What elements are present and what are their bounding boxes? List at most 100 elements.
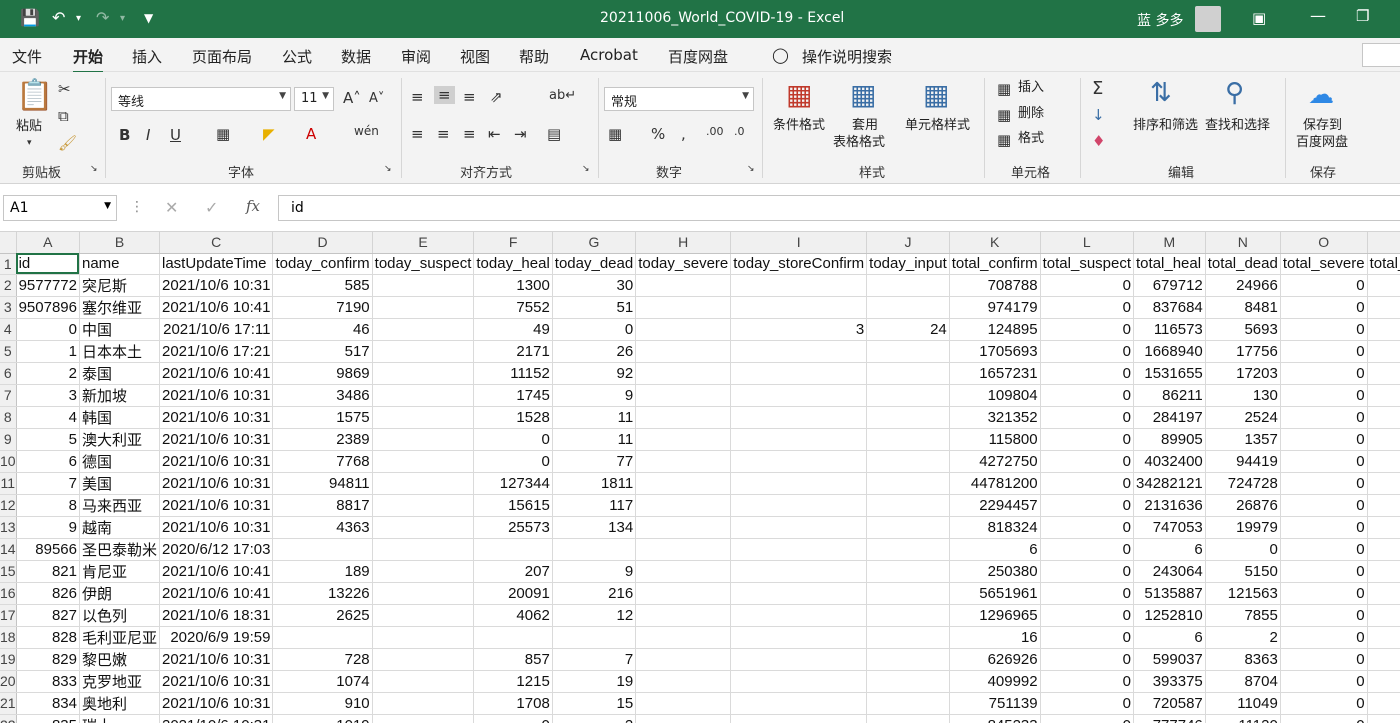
cell[interactable]: 0 (1367, 450, 1400, 473)
increase-font-icon[interactable]: A˄ (343, 89, 361, 107)
tab-help[interactable]: 帮助 (519, 46, 549, 67)
number-launcher-icon[interactable]: ↘ (747, 164, 755, 174)
decrease-font-icon[interactable]: A˅ (369, 91, 384, 106)
row-header[interactable]: 16 (0, 582, 17, 605)
cell[interactable]: 0 (1367, 406, 1400, 429)
column-header-i[interactable]: I (730, 232, 868, 254)
cell[interactable] (635, 384, 732, 407)
format-table-button[interactable]: 表格格式 (833, 135, 885, 151)
cell[interactable]: 奥地利 (79, 692, 161, 715)
cell[interactable]: 0 (1280, 472, 1368, 495)
cell[interactable]: 517 (272, 340, 373, 363)
column-header-g[interactable]: G (552, 232, 637, 254)
conditional-format-icon[interactable]: ▦ (786, 78, 812, 111)
cell[interactable]: 284197 (1133, 406, 1206, 429)
baidu-cloud-icon[interactable]: ☁ (1308, 80, 1334, 110)
row-header[interactable]: 1 (0, 253, 17, 275)
cell[interactable]: 2021/10/6 10:41 (159, 296, 274, 319)
cell[interactable] (635, 472, 732, 495)
align-right-icon[interactable]: ≡ (463, 125, 476, 143)
cell[interactable]: 2389 (272, 428, 373, 451)
cell[interactable]: 0 (1280, 296, 1368, 319)
cell[interactable]: 0 (1040, 604, 1135, 627)
row-header[interactable]: 6 (0, 362, 17, 385)
cell[interactable]: 11 (552, 428, 637, 451)
cell[interactable]: 17756 (1205, 340, 1281, 363)
cell[interactable]: 9577772 (16, 274, 80, 297)
cell[interactable]: 127344 (473, 472, 553, 495)
cell[interactable] (372, 274, 475, 297)
cell[interactable]: 1745 (473, 384, 553, 407)
row-header[interactable]: 2 (0, 274, 17, 297)
autosum-icon[interactable]: Σ (1092, 78, 1103, 99)
cell[interactable]: 0 (1280, 670, 1368, 693)
cell[interactable]: 2020/6/12 17:03 (159, 538, 274, 561)
worksheet-grid[interactable]: ABCDEFGHIJKLMNOPQ 1idnamelastUpdateTimet… (0, 232, 1400, 723)
cell[interactable]: 2171 (473, 340, 553, 363)
cell[interactable] (730, 494, 868, 517)
cell[interactable]: 0 (1040, 626, 1135, 649)
cell[interactable] (730, 274, 868, 297)
cell[interactable]: 0 (552, 318, 637, 341)
cell[interactable]: today_storeConfirm (730, 253, 868, 275)
align-center-icon[interactable]: ≡ (437, 125, 450, 143)
cell[interactable] (372, 670, 475, 693)
cell[interactable]: 2021/10/6 10:31 (159, 450, 274, 473)
cell[interactable]: 2 (552, 714, 637, 723)
cell[interactable]: today_severe (635, 253, 732, 275)
cell[interactable]: 585 (272, 274, 373, 297)
cell[interactable]: 827 (16, 604, 80, 627)
cell[interactable] (730, 384, 868, 407)
cell[interactable]: 25573 (473, 516, 553, 539)
row-header[interactable]: 17 (0, 604, 17, 627)
cell[interactable]: 0 (1367, 692, 1400, 715)
cell[interactable]: 845233 (949, 714, 1041, 723)
cell[interactable]: 1215 (473, 670, 553, 693)
cell[interactable] (635, 648, 732, 671)
cell[interactable]: 0 (1367, 648, 1400, 671)
format-painter-icon[interactable]: 🖌 (58, 134, 77, 152)
cell[interactable]: 626926 (949, 648, 1041, 671)
cell[interactable]: 越南 (79, 516, 161, 539)
cell[interactable] (473, 626, 553, 649)
cell[interactable]: 833 (16, 670, 80, 693)
tab-insert[interactable]: 插入 (132, 46, 162, 67)
undo-dropdown-icon[interactable]: ▾ (76, 13, 81, 24)
align-top-icon[interactable]: ≡ (411, 88, 424, 106)
cell[interactable]: 857 (473, 648, 553, 671)
cell[interactable]: 46 (272, 318, 373, 341)
cell[interactable] (1367, 538, 1400, 561)
cell[interactable]: 0 (1040, 274, 1135, 297)
cell[interactable]: 130 (1205, 384, 1281, 407)
cell[interactable]: 2021/10/6 17:11 (159, 318, 274, 341)
cell[interactable]: id (16, 253, 80, 275)
cell[interactable]: 0 (1040, 692, 1135, 715)
cell[interactable]: 4062 (473, 604, 553, 627)
cell[interactable]: 2021/10/6 10:31 (159, 670, 274, 693)
row-header[interactable]: 21 (0, 692, 17, 715)
insert-cells-button[interactable]: 插入 (1018, 80, 1044, 96)
cell[interactable]: 0 (1040, 670, 1135, 693)
cell[interactable]: 11049 (1205, 692, 1281, 715)
cell[interactable]: 51 (552, 296, 637, 319)
format-cells-icon[interactable]: ▦ (997, 131, 1011, 149)
tab-formulas[interactable]: 公式 (282, 46, 312, 67)
cell[interactable]: 2021/10/6 10:31 (159, 516, 274, 539)
cell[interactable] (372, 472, 475, 495)
cell[interactable] (635, 274, 732, 297)
cell[interactable]: 834 (16, 692, 80, 715)
cancel-icon[interactable]: ✕ (165, 198, 178, 217)
cell[interactable]: 121563 (1205, 582, 1281, 605)
cell[interactable] (372, 362, 475, 385)
cell[interactable]: 9507896 (16, 296, 80, 319)
cell[interactable] (635, 582, 732, 605)
cell[interactable] (473, 538, 553, 561)
cell[interactable] (866, 560, 950, 583)
cell[interactable]: 44781200 (949, 472, 1041, 495)
increase-decimal-icon[interactable]: .00 (706, 125, 724, 138)
increase-indent-icon[interactable]: ⇥ (514, 125, 527, 143)
cell[interactable]: 250380 (949, 560, 1041, 583)
cell[interactable] (635, 692, 732, 715)
cell[interactable] (372, 692, 475, 715)
cell[interactable]: 94811 (272, 472, 373, 495)
